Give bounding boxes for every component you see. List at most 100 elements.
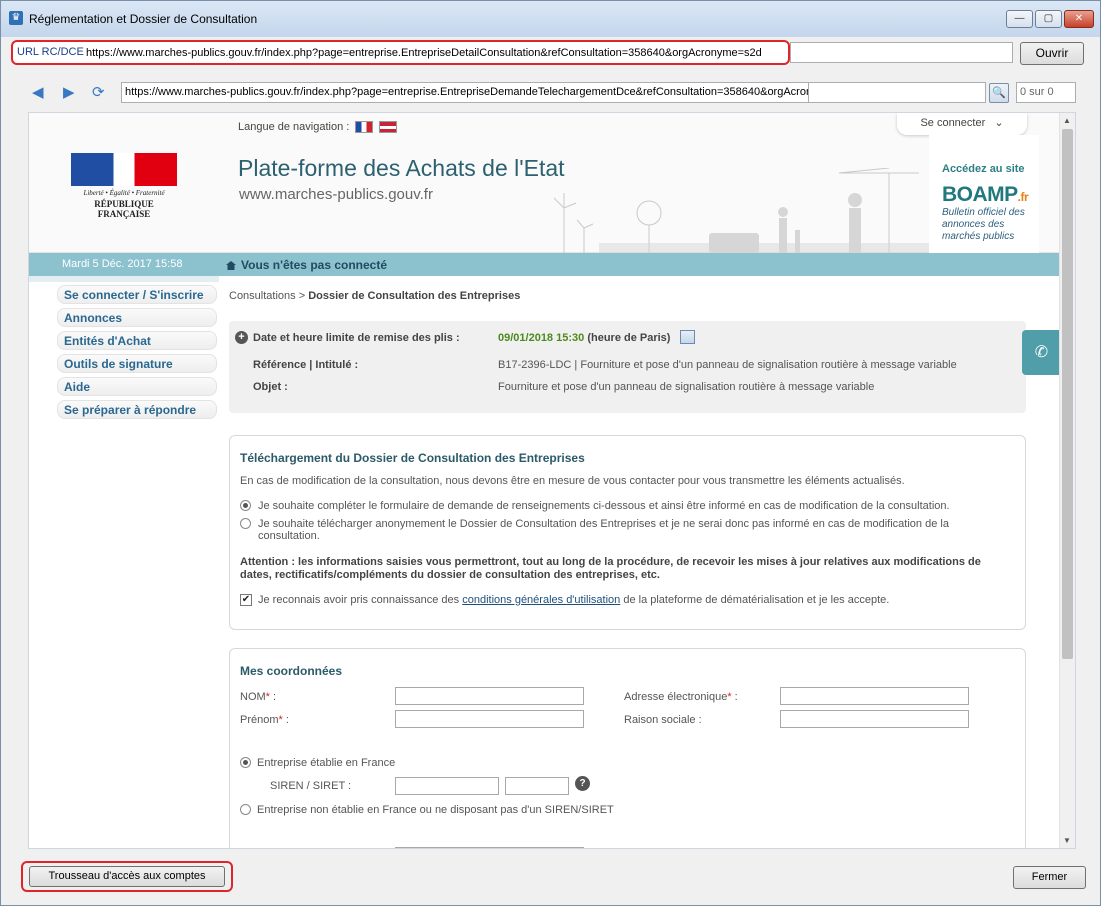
connection-status: Vous n'êtes pas connecté <box>226 258 387 272</box>
reference-value: B17-2396-LDC | Fourniture et pose d'un p… <box>498 359 957 371</box>
breadcrumb-root[interactable]: Consultations <box>229 290 296 302</box>
breadcrumb: Consultations > Dossier de Consultation … <box>229 290 520 302</box>
trophy-icon: ♛ <box>9 11 23 25</box>
consultation-summary: + Date et heure limite de remise des pli… <box>229 321 1026 413</box>
nom-label: NOM* : <box>240 691 276 703</box>
sidebar-item-aide[interactable]: Aide <box>57 377 217 396</box>
cgu-text: Je reconnais avoir pris connaissance des… <box>258 594 889 606</box>
option-anonymous-2: consultation. <box>258 530 320 542</box>
coordonnees-title: Mes coordonnées <box>240 664 343 678</box>
scroll-up-icon[interactable]: ▲ <box>1063 116 1071 125</box>
boamp-tld: .fr <box>1017 190 1029 204</box>
phone-icon[interactable]: ✆ <box>1022 330 1061 375</box>
chevron-down-icon: ⌄ <box>994 117 1004 129</box>
sidebar-item-connect[interactable]: Se connecter / S'inscrire <box>57 285 217 304</box>
warning-text: Attention : les informations saisies vou… <box>240 556 981 581</box>
nom-field[interactable] <box>395 687 584 705</box>
prenom-field[interactable] <box>395 710 584 728</box>
cgu-before: Je reconnais avoir pris connaissance des <box>258 594 463 606</box>
additional-field[interactable] <box>395 847 584 848</box>
site-header: Langue de navigation : Se connecter ⌄ Li… <box>29 113 1060 253</box>
window-controls: — ▢ ✕ <box>1006 10 1094 28</box>
republique-francaise-logo: Liberté • Égalité • Fraternité RÉPUBLIQU… <box>71 153 177 219</box>
deadline-date: 09/01/2018 15:30 <box>498 332 585 344</box>
cgu-link[interactable]: conditions générales d'utilisation <box>462 594 620 606</box>
url-input[interactable]: https://www.marches-publics.gouv.fr/inde… <box>86 44 786 63</box>
url-input-extension[interactable] <box>790 42 1013 63</box>
current-date: Mardi 5 Déc. 2017 15:58 <box>62 258 183 270</box>
sidebar-item-signature[interactable]: Outils de signature <box>57 354 217 373</box>
trousseau-button[interactable]: Trousseau d'accès aux comptes <box>29 866 225 887</box>
status-bar: Mardi 5 Déc. 2017 15:58 Vous n'êtes pas … <box>29 253 1060 276</box>
sidebar-tab-accent <box>29 276 219 282</box>
deadline-timezone: (heure de Paris) <box>587 332 671 344</box>
breadcrumb-separator: > <box>295 290 309 302</box>
raison-sociale-field[interactable] <box>780 710 969 728</box>
sidebar-item-preparer[interactable]: Se préparer à répondre <box>57 400 217 419</box>
refresh-icon[interactable]: ⟳ <box>92 85 110 101</box>
browser-address[interactable]: https://www.marches-publics.gouv.fr/inde… <box>121 82 829 103</box>
open-button[interactable]: Ouvrir <box>1020 42 1084 65</box>
deadline-label: Date et heure limite de remise des plis … <box>253 332 460 344</box>
window-title: Réglementation et Dossier de Consultatio… <box>29 12 258 26</box>
minimize-button[interactable]: — <box>1006 10 1033 28</box>
entreprise-etrangere-label: Entreprise non établie en France ou ne d… <box>257 804 614 816</box>
radio-anonymous[interactable] <box>240 518 251 529</box>
url-label: URL RC/DCE <box>17 46 84 58</box>
connect-label: Se connecter <box>920 117 986 129</box>
raison-colon: : <box>695 714 702 726</box>
flag-fr-icon[interactable] <box>355 121 374 134</box>
radio-entreprise-france[interactable] <box>240 757 251 768</box>
boamp-promo[interactable]: Accédez au site BOAMP.fr Bulletin offici… <box>929 135 1039 253</box>
nom-colon: : <box>269 691 277 703</box>
site-url: www.marches-publics.gouv.fr <box>239 186 433 203</box>
object-label: Objet : <box>253 381 288 393</box>
maximize-button[interactable]: ▢ <box>1035 10 1062 28</box>
scrollbar-thumb[interactable] <box>1062 129 1073 659</box>
option-complete-form: Je souhaite compléter le formulaire de d… <box>258 500 950 512</box>
trousseau-highlight: Trousseau d'accès aux comptes <box>21 861 233 892</box>
sidebar-item-entites[interactable]: Entités d'Achat <box>57 331 217 350</box>
breadcrumb-current: Dossier de Consultation des Entreprises <box>308 290 521 302</box>
deadline-value: 09/01/2018 15:30 (heure de Paris) <box>498 332 670 344</box>
calendar-icon[interactable] <box>680 330 695 344</box>
close-button[interactable]: ✕ <box>1064 10 1094 28</box>
cgu-checkbox[interactable]: ✔ <box>240 594 252 606</box>
skyline-illustration <box>553 168 929 253</box>
cgu-after: de la plateforme de dématérialisation et… <box>620 594 890 606</box>
option-anonymous-1: Je souhaite télécharger anonymement le D… <box>258 518 949 530</box>
find-input[interactable] <box>808 82 986 103</box>
search-icon[interactable]: 🔍 <box>989 83 1009 103</box>
sidebar-item-annonces[interactable]: Annonces <box>57 308 217 327</box>
help-icon[interactable]: ? <box>575 776 590 791</box>
download-intro: En cas de modification de la consultatio… <box>240 475 905 487</box>
email-field[interactable] <box>780 687 969 705</box>
boamp-subtitle: Bulletin officiel des annonces des march… <box>942 207 1025 242</box>
home-icon <box>226 261 236 270</box>
connect-dropdown[interactable]: Se connecter ⌄ <box>897 113 1027 135</box>
app-window: ♛ Réglementation et Dossier de Consultat… <box>0 0 1101 906</box>
email-colon: : <box>731 691 738 703</box>
flag-uk-icon[interactable] <box>379 121 398 134</box>
siren-label: SIREN / SIRET : <box>270 780 352 792</box>
forward-icon[interactable]: ▶ <box>63 85 81 101</box>
radio-entreprise-etrangere[interactable] <box>240 804 251 815</box>
entreprise-france-label: Entreprise établie en France <box>257 757 396 769</box>
back-icon[interactable]: ◀ <box>32 85 50 101</box>
prenom-label-text: Prénom <box>240 714 279 726</box>
radio-complete-form[interactable] <box>240 500 251 511</box>
scroll-down-icon[interactable]: ▼ <box>1063 836 1071 845</box>
language-label: Langue de navigation : <box>238 121 350 133</box>
plus-icon[interactable]: + <box>235 331 248 344</box>
raison-label-text: Raison sociale <box>624 714 696 726</box>
reference-label: Référence | Intitulé : <box>253 359 359 371</box>
boamp-access-label: Accédez au site <box>942 163 1025 175</box>
coordonnees-section: Mes coordonnées NOM* : Adresse électroni… <box>229 648 1026 848</box>
siren-field[interactable] <box>395 777 499 795</box>
title-bar: ♛ Réglementation et Dossier de Consultat… <box>1 1 1100 37</box>
sidebar-menu: Se connecter / S'inscrire Annonces Entit… <box>57 285 217 423</box>
object-value: Fourniture et pose d'un panneau de signa… <box>498 381 875 393</box>
siret-field[interactable] <box>505 777 569 795</box>
vertical-scrollbar[interactable]: ▲ ▼ <box>1059 113 1075 848</box>
fermer-button[interactable]: Fermer <box>1013 866 1086 889</box>
